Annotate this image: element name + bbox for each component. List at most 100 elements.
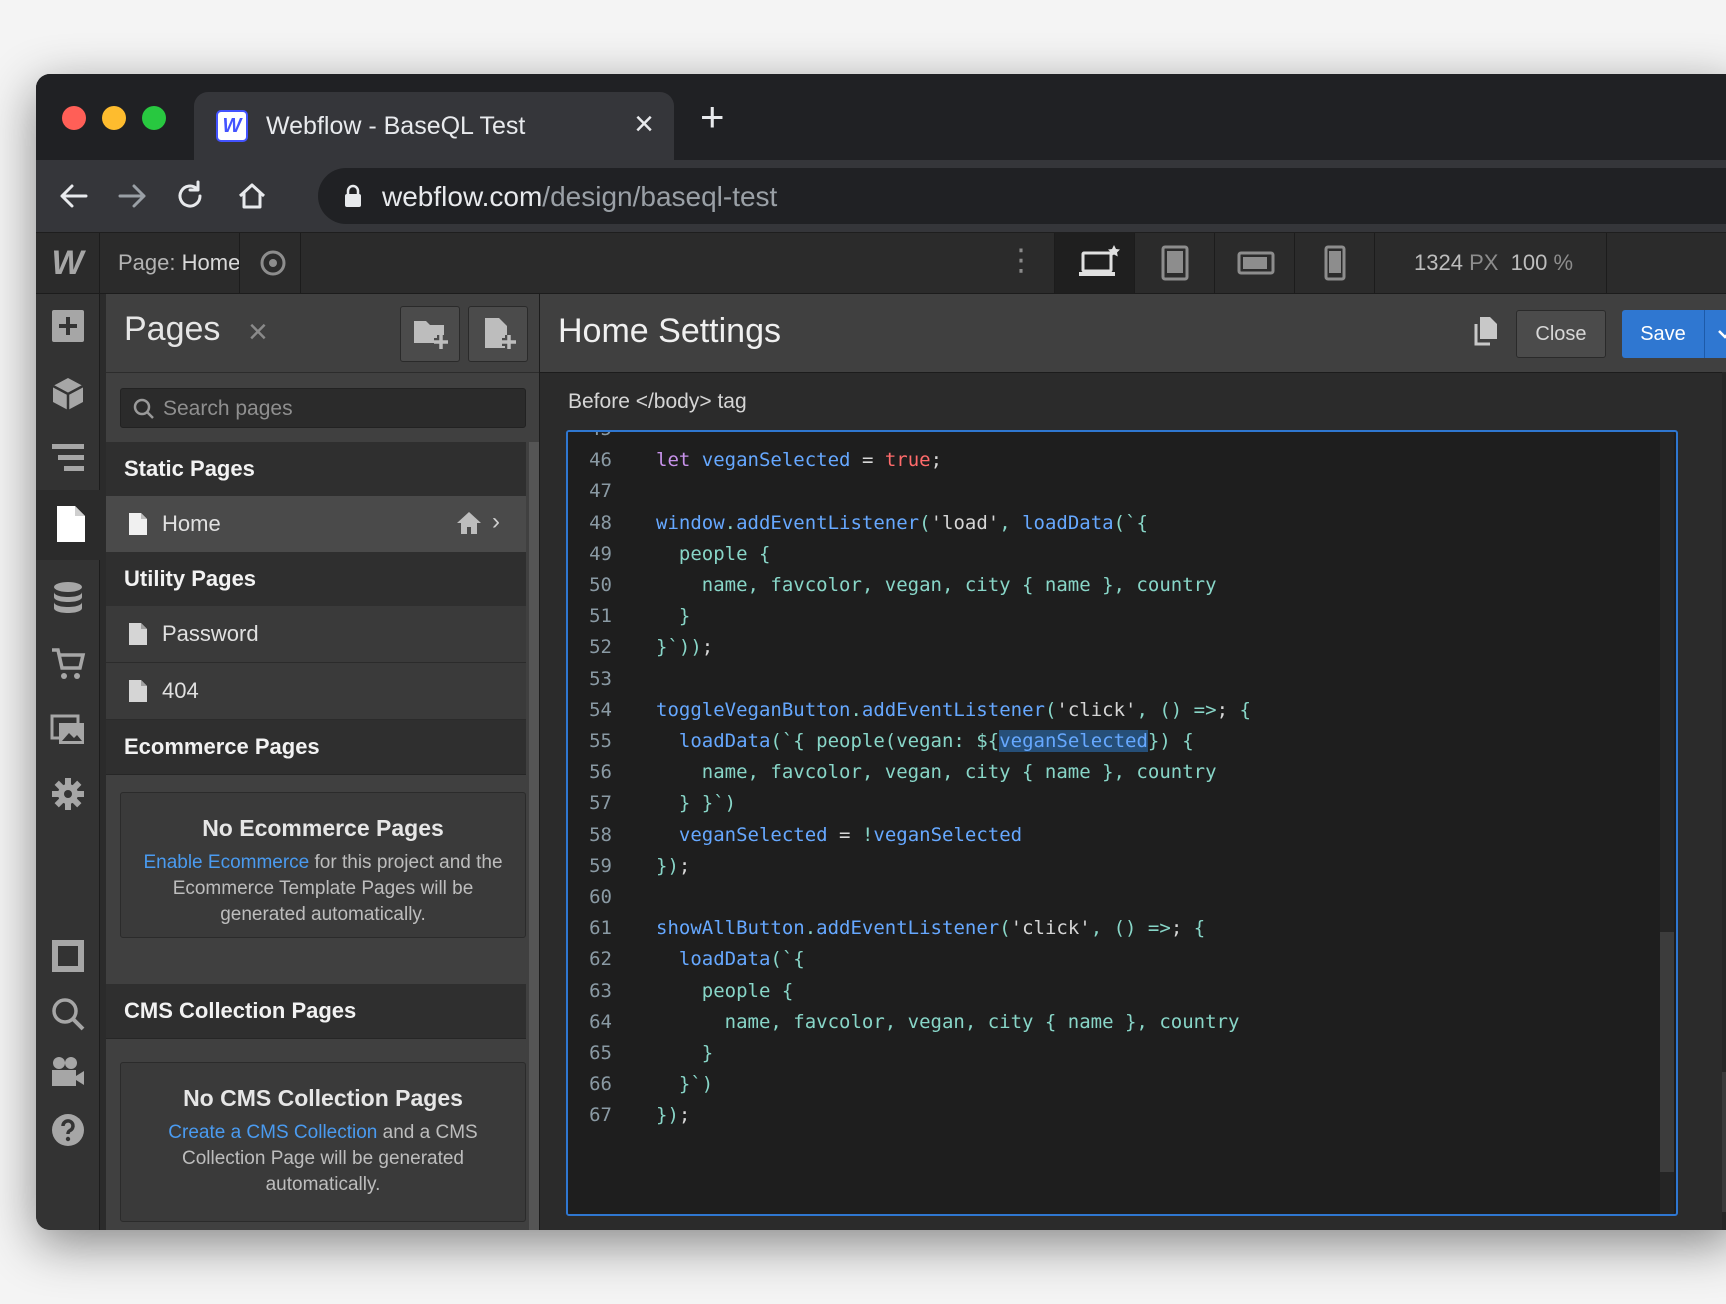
back-icon[interactable] — [52, 174, 96, 218]
url-bar[interactable]: webflow.com/design/baseql-test — [318, 168, 1726, 224]
code-line[interactable]: window.addEventListener('load', loadData… — [656, 512, 1148, 534]
navigator-button[interactable] — [36, 426, 99, 488]
code-line[interactable]: loadData(`{ people(vegan: ${veganSelecte… — [656, 730, 1194, 752]
line-number: 45 — [568, 432, 612, 440]
add-page-icon — [485, 318, 516, 349]
code-line[interactable]: people { — [656, 543, 771, 565]
browser-window: W Webflow - BaseQL Test × + webflow.com/… — [36, 74, 1726, 1230]
assets-button[interactable] — [36, 698, 99, 760]
code-line[interactable]: showAllButton.addEventListener('click', … — [656, 917, 1205, 939]
enable-ecommerce-link[interactable]: Enable Ecommerce — [143, 852, 309, 873]
page-label: Password — [162, 621, 259, 646]
empty-description: Enable Ecommerce for this project and th… — [137, 850, 509, 928]
save-button[interactable]: Save — [1622, 310, 1726, 358]
close-window-button[interactable] — [62, 106, 86, 130]
cms-button[interactable] — [36, 566, 99, 628]
code-line[interactable]: }`) — [656, 1073, 713, 1095]
section-static-pages: Static Pages — [106, 442, 526, 497]
line-number: 60 — [589, 886, 612, 908]
section-utility-pages: Utility Pages — [106, 552, 526, 607]
tab-bar: W Webflow - BaseQL Test × + — [36, 74, 1726, 160]
code-line[interactable]: }); — [656, 1104, 690, 1126]
close-pages-icon[interactable]: × — [248, 312, 268, 352]
code-line[interactable]: people { — [656, 980, 794, 1002]
line-number: 53 — [589, 667, 612, 690]
empty-description: Create a CMS Collection and a CMS Collec… — [137, 1120, 509, 1198]
audit-button[interactable] — [36, 924, 99, 986]
page-icon — [129, 623, 147, 645]
breakpoint-mobile-portrait[interactable] — [1294, 233, 1375, 293]
code-line[interactable]: } }`) — [656, 792, 736, 814]
browser-tab[interactable]: W Webflow - BaseQL Test × — [194, 92, 674, 160]
editor-scrollbar-thumb[interactable] — [1660, 932, 1674, 1172]
webflow-logo[interactable]: W — [36, 233, 100, 293]
add-page-button[interactable] — [468, 306, 528, 362]
home-icon[interactable] — [230, 174, 274, 218]
create-cms-collection-link[interactable]: Create a CMS Collection — [168, 1122, 377, 1143]
divider — [1374, 233, 1375, 293]
breakpoint-desktop[interactable] — [1054, 233, 1135, 293]
left-toolbar — [36, 294, 102, 1230]
forward-icon[interactable] — [110, 174, 154, 218]
help-button[interactable] — [36, 1098, 99, 1160]
pages-button[interactable] — [36, 490, 102, 560]
line-number: 48 — [589, 511, 612, 534]
reload-icon[interactable] — [168, 174, 212, 218]
url-host: webflow.com — [382, 181, 543, 212]
divider — [300, 233, 301, 293]
duplicate-page-icon[interactable] — [1474, 316, 1498, 346]
page-icon — [129, 513, 147, 535]
close-button[interactable]: Close — [1516, 310, 1606, 358]
section-title: Utility Pages — [124, 566, 257, 591]
add-elements-button[interactable] — [36, 294, 99, 356]
preview-eye-icon[interactable] — [258, 249, 288, 277]
maximize-window-button[interactable] — [142, 106, 166, 130]
search-button[interactable] — [36, 982, 99, 1044]
code-line[interactable]: name, favcolor, vegan, city { name }, co… — [656, 1011, 1240, 1033]
pages-panel: Pages × Static Pages Home › Utility Page… — [106, 294, 540, 1230]
symbols-button[interactable] — [36, 362, 99, 424]
ecommerce-button[interactable] — [36, 632, 99, 694]
section-title: Static Pages — [124, 456, 255, 481]
pages-icon — [57, 506, 85, 542]
code-line[interactable]: name, favcolor, vegan, city { name }, co… — [656, 761, 1217, 783]
code-line[interactable]: }`)); — [656, 636, 713, 658]
cms-icon — [54, 582, 82, 613]
page-row-404[interactable]: 404 — [106, 663, 526, 720]
code-line[interactable]: veganSelected = !veganSelected — [656, 824, 1022, 846]
code-line[interactable]: } — [656, 1042, 713, 1064]
add-icon — [52, 310, 84, 342]
page-row-home[interactable]: Home › — [106, 496, 526, 553]
code-line[interactable]: name, favcolor, vegan, city { name }, co… — [656, 574, 1217, 596]
components-icon — [52, 378, 84, 410]
code-line[interactable]: let veganSelected = true; — [656, 449, 942, 471]
save-options-dropdown[interactable] — [1704, 310, 1726, 358]
search-pages-field[interactable] — [120, 388, 526, 429]
add-folder-button[interactable] — [400, 306, 460, 362]
url-text: webflow.com/design/baseql-test — [382, 181, 777, 213]
tab-close-icon[interactable]: × — [634, 106, 654, 142]
pages-scrollbar[interactable] — [529, 442, 539, 1230]
pages-panel-header: Pages × — [106, 294, 539, 373]
breakpoint-mobile-landscape[interactable] — [1214, 233, 1295, 293]
page-settings-chevron-icon[interactable]: › — [492, 508, 500, 536]
code-editor[interactable]: 45 46 let veganSelected = true; 47 48 window.… — [566, 430, 1678, 1216]
settings-scrollbar-thumb[interactable] — [1722, 1072, 1726, 1212]
tablet-icon — [1161, 245, 1189, 281]
code-line[interactable]: loadData(`{ — [656, 948, 805, 970]
code-line[interactable]: } — [656, 605, 690, 627]
more-options-icon[interactable]: ⋮ — [1006, 241, 1036, 281]
project-settings-button[interactable] — [36, 762, 99, 824]
code-line[interactable]: }); — [656, 855, 690, 877]
current-page-selector[interactable]: Page: Home — [118, 250, 240, 276]
settings-scrollbar[interactable] — [1722, 372, 1726, 1230]
code-line[interactable]: toggleVeganButton.addEventListener('clic… — [656, 699, 1251, 721]
editor-scrollbar[interactable] — [1660, 432, 1674, 1214]
canvas-width-unit: PX — [1469, 250, 1499, 275]
search-pages-input[interactable] — [161, 389, 515, 429]
new-tab-icon[interactable]: + — [700, 96, 725, 138]
video-tutorials-button[interactable] — [36, 1040, 99, 1102]
page-row-password[interactable]: Password — [106, 606, 526, 663]
minimize-window-button[interactable] — [102, 106, 126, 130]
breakpoint-tablet[interactable] — [1134, 233, 1215, 293]
